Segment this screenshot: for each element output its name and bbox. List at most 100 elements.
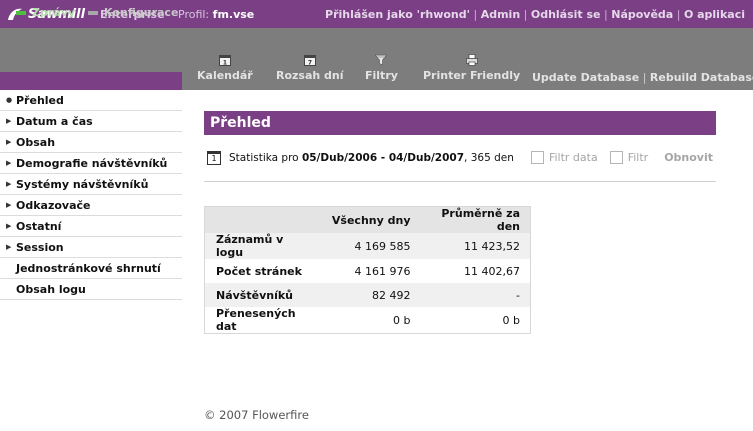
sidebar-item-content[interactable]: ▶ Obsah	[0, 132, 182, 153]
table-row: Záznamů v logu 4 169 585 11 423,52	[204, 233, 531, 259]
date-range-button[interactable]: 7 Rozsah dní	[276, 54, 344, 82]
filter-controls: Filtr data Filtr Obnovit	[519, 151, 713, 164]
bullet-icon: ●	[6, 96, 13, 104]
table-row: Přenesených dat 0 b 0 b	[205, 307, 531, 334]
help-link[interactable]: Nápověda	[611, 8, 673, 21]
sidebar-header-strip	[0, 72, 182, 90]
statistics-row: 1 Statistika pro 05/Dub/2006 - 04/Dub/20…	[207, 148, 716, 168]
expand-arrow-icon: ▶	[6, 159, 12, 167]
calendar-button[interactable]: 1 Kalendář	[197, 54, 253, 82]
sidebar-item-session[interactable]: ▶ Session	[0, 237, 182, 258]
row-label: Návštěvníků	[204, 283, 317, 307]
summary-table: Všechny dny Průměrně za den Záznamů v lo…	[204, 206, 531, 334]
table-row: Počet stránek 4 161 976 11 402,67	[205, 259, 531, 283]
filters-button-label: Filtry	[365, 69, 398, 82]
sidebar-item-label: Datum a čas	[16, 114, 93, 128]
tab-indicator	[88, 10, 98, 15]
logout-link[interactable]: Odhlásit se	[531, 8, 601, 21]
column-header-daily-average: Průměrně za den	[420, 206, 531, 233]
date-filter-label: Filtr data	[548, 151, 598, 164]
calendar-icon: 1	[218, 55, 231, 67]
date-filter-checkbox[interactable]	[530, 151, 544, 164]
sidebar-item-other[interactable]: ▶ Ostatní	[0, 216, 182, 237]
filters-button[interactable]: Filtry	[365, 54, 398, 82]
column-header-blank	[204, 206, 317, 233]
daily-average-value: -	[420, 283, 531, 307]
printer-friendly-label: Printer Friendly	[423, 69, 521, 82]
divider	[204, 181, 716, 182]
sidebar-item-visitor-systems[interactable]: ▶ Systémy návštěvníků	[0, 174, 182, 195]
column-header-all-days: Všechny dny	[316, 206, 421, 233]
database-links: Update Database | Rebuild Database	[532, 71, 753, 84]
expand-arrow-icon: ▶	[6, 243, 12, 251]
row-label: Přenesených dat	[216, 307, 296, 333]
sidebar-item-visitor-demographics[interactable]: ▶ Demografie návštěvníků	[0, 153, 182, 174]
date-range-button-label: Rozsah dní	[276, 69, 344, 82]
all-days-value: 0 b	[393, 313, 411, 327]
sidebar-item-label: Obsah logu	[16, 282, 86, 296]
table-header-row: Všechny dny Průměrně za den	[204, 206, 531, 233]
sidebar-item-label: Přehled	[16, 93, 64, 107]
daily-average-value: 11 402,67	[464, 264, 520, 278]
expand-arrow-icon: ▶	[6, 222, 12, 230]
row-label: Počet stránek	[216, 264, 302, 278]
sidebar-item-label: Systémy návštěvníků	[16, 177, 149, 191]
daily-average-value: 0 b	[502, 313, 520, 327]
days-count: , 365 den	[464, 152, 514, 164]
sidebar-item-label: Demografie návštěvníků	[16, 156, 168, 170]
profile-name: fm.vse	[212, 8, 255, 21]
sidebar-item-label: Jednostránkové shrnutí	[16, 261, 161, 275]
printer-friendly-button[interactable]: Printer Friendly	[423, 54, 520, 82]
expand-arrow-icon: ▶	[6, 138, 12, 146]
tab-configuration[interactable]: Konfigurace	[88, 6, 178, 19]
all-days-value: 4 161 976	[354, 264, 411, 278]
tab-label: Konfigurace	[104, 6, 179, 19]
calendar-button-label: Kalendář	[197, 69, 253, 82]
tab-indicator	[16, 10, 26, 15]
tabs-bar	[0, 28, 753, 50]
sidebar: ● Přehled ▶ Datum a čas ▶ Obsah ▶ Demografie…	[0, 90, 182, 300]
expand-arrow-icon: ▶	[6, 117, 12, 125]
date-filter-toggle[interactable]: Filtr data	[530, 151, 598, 164]
sidebar-item-label: Obsah	[16, 135, 56, 149]
date-range: 05/Dub/2006 - 04/Dub/2007	[301, 152, 465, 164]
expand-arrow-icon: ▶	[6, 201, 12, 209]
table-row: Návštěvníků 82 492 -	[204, 283, 531, 307]
about-link[interactable]: O aplikaci	[684, 8, 745, 21]
all-days-value: 4 169 585	[316, 233, 421, 259]
sidebar-item-referrers[interactable]: ▶ Odkazovače	[0, 195, 182, 216]
calendar-icon: 1	[207, 151, 221, 165]
row-label: Záznamů v logu	[204, 233, 317, 259]
sidebar-item-log-content[interactable]: Obsah logu	[0, 279, 182, 300]
sidebar-item-label: Session	[16, 240, 64, 254]
statistics-text: Statistika pro 05/Dub/2006 - 04/Dub/2007…	[229, 152, 514, 164]
sidebar-item-single-page-summary[interactable]: Jednostránkové shrnutí	[0, 258, 182, 279]
update-database-link[interactable]: Update Database	[532, 71, 639, 84]
page-title: Přehled	[204, 111, 716, 135]
tab-reports[interactable]: Zprávy	[16, 6, 75, 19]
tab-label: Zprávy	[32, 6, 76, 19]
svg-text:1: 1	[223, 60, 227, 67]
filter-icon	[375, 54, 388, 66]
admin-link[interactable]: Admin	[481, 8, 520, 21]
filter-toggle[interactable]: Filtr	[609, 151, 649, 164]
date-range-icon: 7	[303, 55, 316, 67]
logged-in-as-link[interactable]: Přihlášen jako 'rhwond'	[325, 8, 470, 21]
sidebar-item-date-time[interactable]: ▶ Datum a čas	[0, 111, 182, 132]
expand-arrow-icon: ▶	[6, 180, 12, 188]
sidebar-item-overview[interactable]: ● Přehled	[0, 90, 182, 111]
profile-label: Profil:	[178, 8, 210, 21]
top-links: Přihlášen jako 'rhwond' | Admin | Odhlás…	[325, 8, 745, 21]
footer-copyright: © 2007 Flowerfire	[204, 408, 309, 422]
refresh-button[interactable]: Obnovit	[664, 151, 713, 164]
daily-average-value: 11 423,52	[420, 233, 531, 259]
printer-icon	[465, 54, 478, 66]
rebuild-database-link[interactable]: Rebuild Database	[650, 71, 753, 84]
statistics-prefix: Statistika pro	[229, 152, 302, 164]
sidebar-item-label: Ostatní	[16, 219, 62, 233]
filter-checkbox[interactable]	[609, 151, 623, 164]
all-days-value: 82 492	[316, 283, 421, 307]
filter-label: Filtr	[627, 151, 649, 164]
profile-info: Profil: fm.vse	[178, 8, 254, 21]
svg-text:7: 7	[308, 60, 312, 67]
